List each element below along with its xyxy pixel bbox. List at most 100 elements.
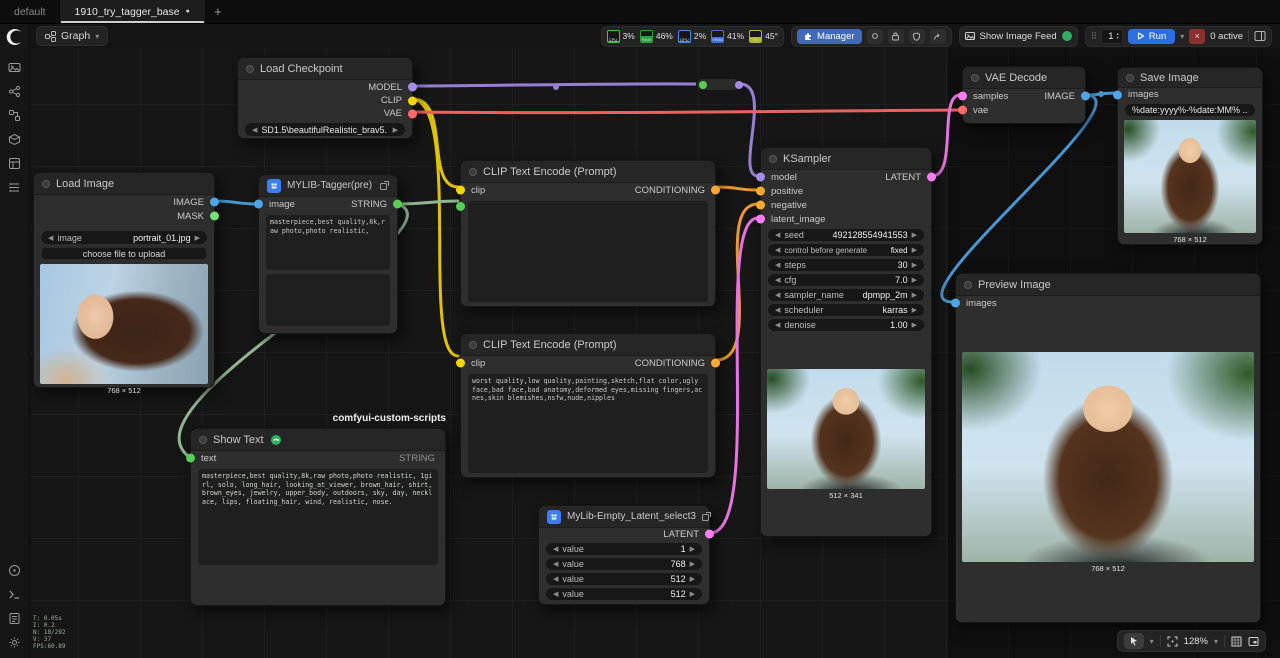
ckpt-name-widget[interactable]: ◀SD1.5\beautifulRealistic_brav5. ...▶ — [245, 123, 405, 136]
port-mask[interactable] — [210, 212, 219, 221]
port-latent-out[interactable] — [705, 530, 714, 539]
port-vae-in[interactable] — [958, 106, 967, 115]
cursor-tool-button[interactable] — [1124, 633, 1144, 649]
port-samples-in[interactable] — [958, 92, 967, 101]
show-image-feed-toggle[interactable]: Show Image Feed — [959, 26, 1078, 47]
collapse-dot-icon[interactable] — [469, 341, 477, 349]
status-dot-button[interactable] — [867, 29, 883, 44]
node-load-image[interactable]: Load Image IMAGE MASK ◀imageportrait_01.… — [33, 172, 215, 388]
batch-count-steppers[interactable]: ▴ ▾ — [1117, 32, 1119, 40]
filename-prefix-widget[interactable]: %date:yyyy%-%date:MM% ... — [1125, 104, 1255, 116]
collapse-dot-icon[interactable] — [769, 155, 777, 163]
sidebar-help-icon[interactable] — [4, 559, 26, 581]
cfg-widget[interactable]: ◀cfg7.0▶ — [768, 274, 924, 286]
tab-default[interactable]: default — [0, 0, 61, 23]
graph-canvas[interactable]: Load Checkpoint MODEL CLIP VAE ◀SD1.5\be… — [30, 48, 1280, 658]
node-clip-encode-positive[interactable]: CLIP Text Encode (Prompt) clipCONDITIONI… — [460, 160, 716, 307]
collapse-dot-icon[interactable] — [469, 168, 477, 176]
port-clip-in[interactable] — [456, 186, 465, 195]
port-clip[interactable] — [408, 96, 417, 105]
value-widget-2[interactable]: ◀value768▶ — [546, 558, 702, 570]
collapse-dot-icon[interactable] — [1126, 74, 1134, 82]
minimap-toggle-icon[interactable] — [1248, 636, 1259, 647]
graph-breadcrumb-button[interactable]: Graph ▾ — [36, 26, 108, 46]
sidebar-library-icon[interactable] — [4, 176, 26, 198]
port-model[interactable] — [408, 83, 417, 92]
collapse-dot-icon[interactable] — [199, 436, 207, 444]
port-negative-in[interactable] — [756, 201, 765, 210]
denoise-widget[interactable]: ◀denoise1.00▶ — [768, 319, 924, 331]
control-widget[interactable]: ◀control before generatefixed▶ — [768, 244, 924, 256]
node-preview-image[interactable]: Preview Image images 768 × 512 — [955, 273, 1261, 623]
port-conditioning-out[interactable] — [711, 359, 720, 368]
node-empty-latent[interactable]: MyLib-Empty_Latent_select3 LATENT ◀value… — [538, 505, 710, 605]
port-conditioning-out[interactable] — [711, 186, 720, 195]
scheduler-widget[interactable]: ◀schedulerkarras▶ — [768, 304, 924, 316]
expand-icon[interactable] — [702, 512, 711, 521]
tab-active-workflow[interactable]: 1910_try_tagger_base ● — [61, 0, 205, 23]
port-image[interactable] — [210, 198, 219, 207]
fit-view-icon[interactable] — [1167, 636, 1178, 647]
sidebar-queue-icon[interactable] — [4, 56, 26, 78]
node-load-checkpoint[interactable]: Load Checkpoint MODEL CLIP VAE ◀SD1.5\be… — [237, 57, 413, 139]
seed-widget[interactable]: ◀seed492128554941553▶ — [768, 229, 924, 241]
sidebar-models-icon[interactable] — [4, 128, 26, 150]
value-widget-3[interactable]: ◀value512▶ — [546, 573, 702, 585]
new-workflow-button[interactable]: + — [205, 0, 231, 23]
image-select-widget[interactable]: ◀imageportrait_01.jpg▶ — [41, 231, 207, 244]
port-images-in[interactable] — [1113, 90, 1122, 99]
sidebar-nodes-icon[interactable] — [4, 80, 26, 102]
stop-button[interactable]: × — [1189, 29, 1205, 44]
node-vae-decode[interactable]: VAE Decode samplesIMAGE vae — [962, 66, 1086, 124]
port-vae[interactable] — [408, 109, 417, 118]
prompt-textarea[interactable]: worst quality,low quality,painting,sketc… — [468, 374, 708, 473]
zoom-chevron-icon[interactable]: ▾ — [1214, 637, 1218, 646]
comfyui-logo[interactable] — [5, 27, 25, 47]
port-string-out[interactable] — [393, 200, 402, 209]
reroute-output-port[interactable] — [735, 81, 743, 89]
value-widget-4[interactable]: ◀value512▶ — [546, 588, 702, 600]
port-images-in[interactable] — [951, 299, 960, 308]
custom-nodes-button[interactable] — [888, 29, 904, 44]
collapse-dot-icon[interactable] — [964, 281, 972, 289]
port-text-in[interactable] — [456, 202, 465, 211]
sidebar-terminal-icon[interactable] — [4, 583, 26, 605]
shown-text[interactable]: masterpiece,best quality,8k,raw photo,ph… — [198, 469, 438, 565]
run-options-chevron-icon[interactable]: ▾ — [1180, 32, 1184, 41]
collapse-dot-icon[interactable] — [971, 74, 979, 82]
node-mylib-tagger[interactable]: MYLIB-Tagger(pre) imageSTRING masterpiec… — [258, 174, 398, 334]
sidebar-settings-icon[interactable] — [4, 631, 26, 653]
node-ksampler[interactable]: KSampler modelLATENT positive negative l… — [760, 147, 932, 537]
node-save-image[interactable]: Save Image images %date:yyyy%-%date:MM% … — [1117, 67, 1263, 245]
node-clip-encode-negative[interactable]: CLIP Text Encode (Prompt) clipCONDITIONI… — [460, 333, 716, 478]
port-text-in[interactable] — [186, 454, 195, 463]
sidebar-logs-icon[interactable] — [4, 607, 26, 629]
tagger-text-output[interactable]: masterpiece,best quality,8k,raw photo,ph… — [266, 215, 390, 270]
manager-button[interactable]: Manager — [797, 29, 862, 44]
missing-nodes-button[interactable] — [909, 29, 925, 44]
value-widget-1[interactable]: ◀value1▶ — [546, 543, 702, 555]
expand-icon[interactable] — [380, 181, 389, 190]
node-show-text[interactable]: Show Text textSTRING masterpiece,best qu… — [190, 428, 446, 606]
sidebar-assets-icon[interactable] — [4, 152, 26, 174]
port-image-out[interactable] — [1081, 92, 1090, 101]
choose-file-button[interactable]: choose file to upload — [41, 247, 207, 260]
collapse-dot-icon[interactable] — [246, 65, 254, 73]
port-latent-image-in[interactable] — [756, 215, 765, 224]
tool-chevron-icon[interactable]: ▾ — [1150, 637, 1154, 646]
sidebar-toggle-icon[interactable] — [1254, 30, 1266, 42]
port-positive-in[interactable] — [756, 187, 765, 196]
port-model-in[interactable] — [756, 173, 765, 182]
sidebar-workflows-icon[interactable] — [4, 104, 26, 126]
reroute-input-port[interactable] — [699, 81, 707, 89]
collapsed-reroute-node[interactable] — [696, 78, 740, 91]
grid-toggle-icon[interactable] — [1231, 636, 1242, 647]
sampler-widget[interactable]: ◀sampler_namedpmpp_2m▶ — [768, 289, 924, 301]
port-image-in[interactable] — [254, 200, 263, 209]
batch-count-input[interactable]: 1 ▴ ▾ — [1101, 29, 1123, 44]
run-button[interactable]: Run — [1128, 29, 1175, 44]
port-clip-in[interactable] — [456, 359, 465, 368]
zoom-level-label[interactable]: 128% — [1184, 636, 1208, 647]
drag-handle-icon[interactable]: ⠿ — [1091, 31, 1097, 42]
collapse-dot-icon[interactable] — [42, 180, 50, 188]
